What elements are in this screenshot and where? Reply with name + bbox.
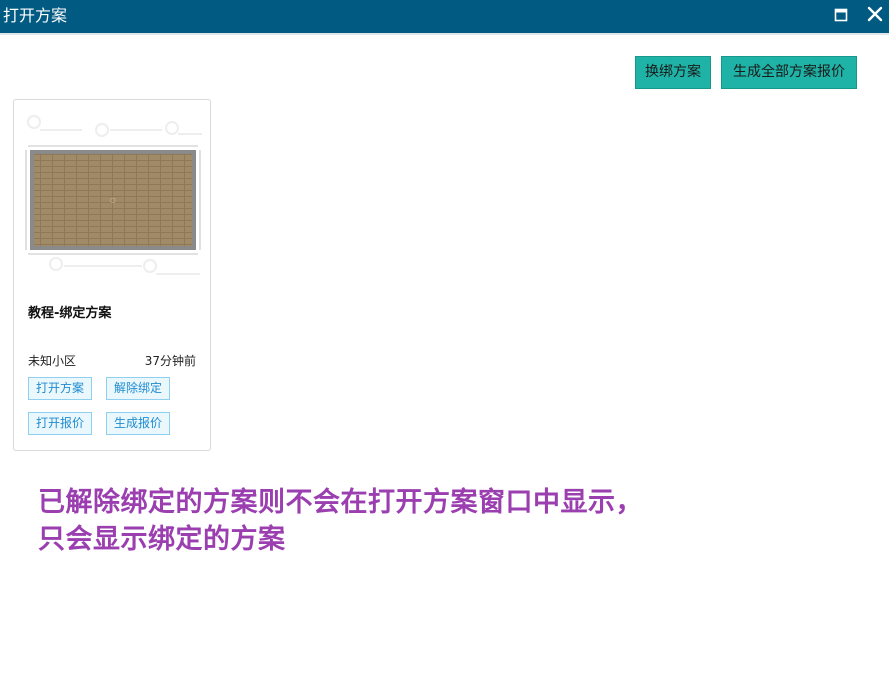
community-name: 未知小区 xyxy=(28,354,77,368)
open-plan-button[interactable]: 打开方案 xyxy=(28,377,92,400)
last-modified-time: 37分钟前 xyxy=(144,354,196,368)
tutorial-annotation: 已解除绑定的方案则不会在打开方案窗口中显示， 只会显示绑定的方案 xyxy=(38,484,643,558)
rebind-plan-button[interactable]: 换绑方案 xyxy=(635,56,711,89)
window-title-bar: 打开方案 xyxy=(0,0,889,33)
annotation-line-1: 已解除绑定的方案则不会在打开方案窗口中显示， xyxy=(38,487,643,518)
maximize-icon[interactable] xyxy=(834,8,848,22)
svg-text:▢: ▢ xyxy=(110,197,116,204)
generate-quote-button[interactable]: 生成报价 xyxy=(106,412,170,435)
open-quote-button[interactable]: 打开报价 xyxy=(28,412,92,435)
plan-title: 教程-绑定方案 xyxy=(28,306,112,321)
title-bar-divider xyxy=(0,33,889,35)
generate-all-quotes-button[interactable]: 生成全部方案报价 xyxy=(721,56,857,89)
floor-plan-thumbnail[interactable]: ▢ xyxy=(22,112,204,282)
window-title: 打开方案 xyxy=(3,6,68,25)
unbind-button[interactable]: 解除绑定 xyxy=(106,377,170,400)
plan-card: ▢ 教程-绑定方案 未知小区 37分钟前 打开方案 解除绑定 打开报价 生成报价 xyxy=(13,99,211,451)
close-icon[interactable] xyxy=(866,5,884,23)
annotation-line-2: 只会显示绑定的方案 xyxy=(38,524,286,555)
